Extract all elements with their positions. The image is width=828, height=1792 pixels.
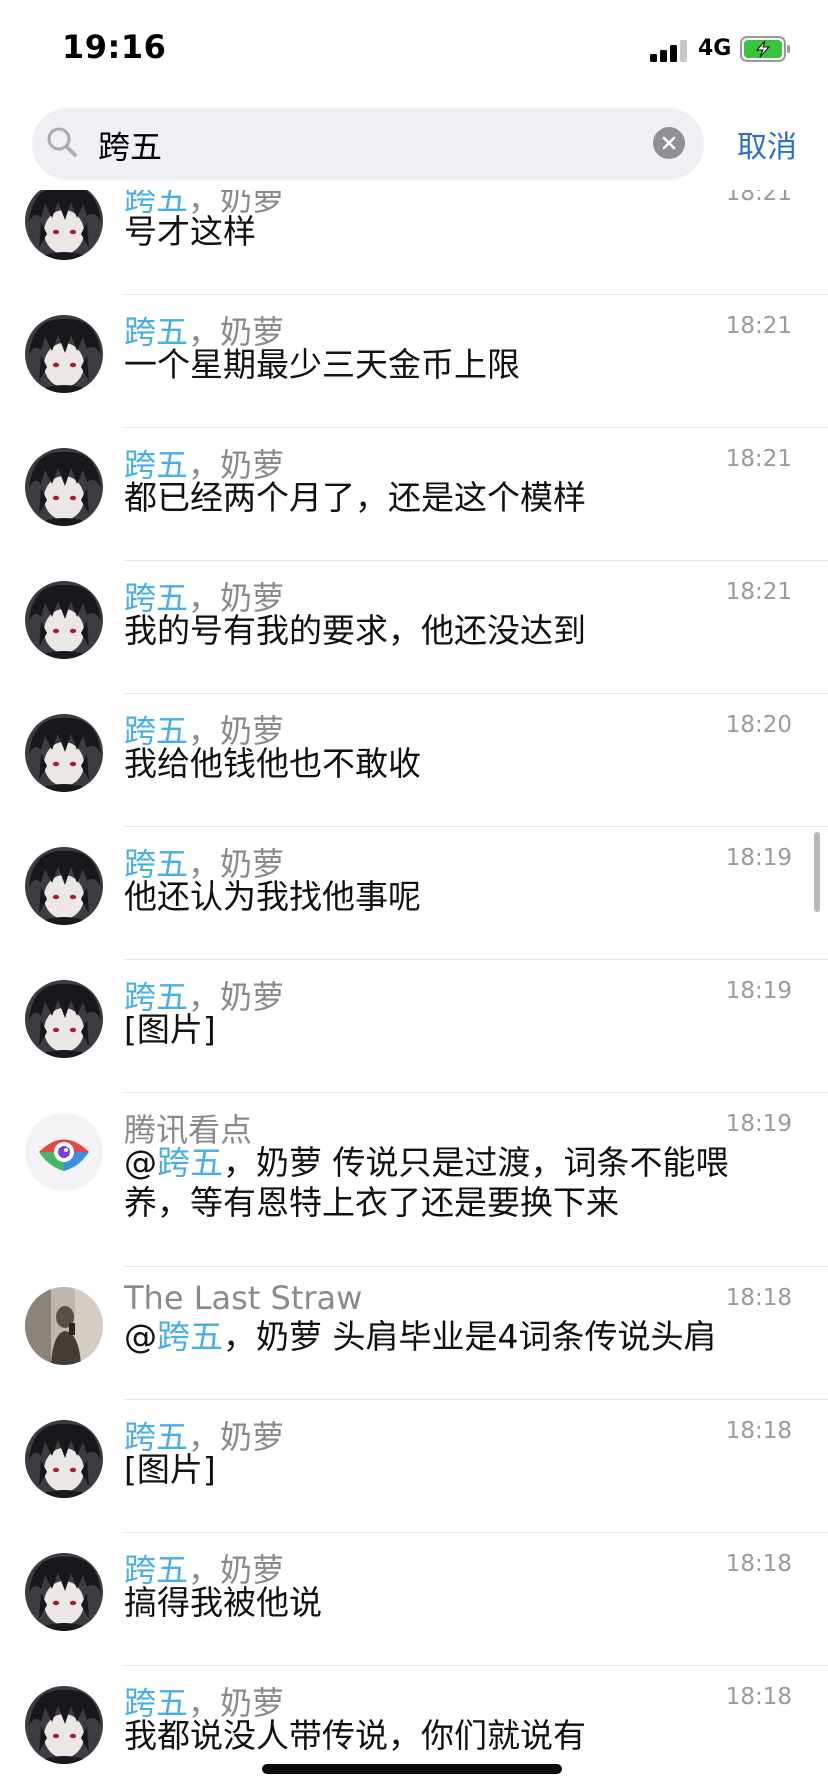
search-result-item[interactable]: 跨五，奶萝 18:21 一个星期最少三天金币上限 [0,295,828,428]
message-prefix: @ [124,1317,157,1356]
message-text: 号才这样 [124,212,256,251]
avatar [25,190,103,260]
message-preview: @跨五，奶萝 头肩毕业是4词条传说头肩 [124,1317,778,1357]
network-label: 4G [698,36,732,61]
search-result-item[interactable]: 跨五，奶萝 18:21 我的号有我的要求，他还没达到 [0,561,828,694]
message-text: 都已经两个月了，还是这个模样 [124,478,586,517]
search-results-list[interactable]: 跨五，奶萝 18:21 号才这样 跨五，奶萝 18:21 一个星期最少三天金币上限 跨五，奶… [0,190,828,1792]
search-input[interactable]: 跨五 [98,122,162,168]
message-preview: 号才这样 [124,212,778,252]
search-result-item[interactable]: 跨五，奶萝 18:19 [图片] [0,960,828,1093]
search-icon [47,127,77,157]
clear-search-button[interactable] [653,127,685,159]
avatar [25,1553,103,1631]
close-icon [662,136,676,150]
message-preview: 我的号有我的要求，他还没达到 [124,611,778,651]
message-time: 18:20 [725,712,792,738]
message-text: 我给他钱他也不敢收 [124,744,421,783]
status-bar: 19:16 4G [0,0,828,100]
message-preview: @跨五，奶萝 传说只是过渡，词条不能喂养，等有恩特上衣了还是要换下来 [124,1143,778,1223]
message-preview: [图片] [124,1010,778,1050]
search-result-item[interactable]: 跨五，奶萝 18:21 都已经两个月了，还是这个模样 [0,428,828,561]
message-time: 18:21 [725,190,792,206]
message-preview: 一个星期最少三天金币上限 [124,345,778,385]
search-result-item[interactable]: 跨五，奶萝 18:19 他还认为我找他事呢 [0,827,828,960]
message-preview: 我都说没人带传说，你们就说有 [124,1716,778,1756]
message-time: 18:21 [725,446,792,472]
avatar [25,1686,103,1764]
status-time: 19:16 [62,28,167,66]
message-text: [图片] [124,1450,216,1489]
avatar [25,980,103,1058]
avatar [25,1420,103,1498]
message-text: 搞得我被他说 [124,1583,322,1622]
message-highlight: 跨五 [157,1143,223,1182]
message-preview: 他还认为我找他事呢 [124,877,778,917]
message-time: 18:21 [725,579,792,605]
message-time: 18:19 [725,978,792,1004]
avatar [25,581,103,659]
search-result-item[interactable]: The Last Straw 18:18 @跨五，奶萝 头肩毕业是4词条传说头肩 [0,1267,828,1400]
message-text: 我都说没人带传说，你们就说有 [124,1716,586,1755]
message-text: 一个星期最少三天金币上限 [124,345,520,384]
message-time: 18:19 [725,1111,792,1137]
message-text: [图片] [124,1010,216,1049]
message-preview: 搞得我被他说 [124,1583,778,1623]
cancel-button[interactable]: 取消 [737,122,797,166]
search-result-item[interactable]: 跨五，奶萝 18:20 我给他钱他也不敢收 [0,694,828,827]
avatar [25,448,103,526]
message-prefix: @ [124,1143,157,1182]
message-preview: 都已经两个月了，还是这个模样 [124,478,778,518]
message-preview: 我给他钱他也不敢收 [124,744,778,784]
battery-icon [740,36,790,62]
message-preview: [图片] [124,1450,778,1490]
avatar [25,714,103,792]
message-time: 18:18 [725,1551,792,1577]
home-indicator[interactable] [262,1764,562,1774]
scrollbar[interactable] [814,832,820,912]
avatar [25,315,103,393]
message-text: ，奶萝 头肩毕业是4词条传说头肩 [223,1317,717,1356]
search-result-item[interactable]: 跨五，奶萝 18:18 搞得我被他说 [0,1533,828,1666]
message-time: 18:21 [725,313,792,339]
message-text: 他还认为我找他事呢 [124,877,421,916]
search-result-item[interactable]: 跨五，奶萝 18:21 号才这样 [0,190,828,295]
sender-name: The Last Straw [124,1279,362,1317]
search-result-item[interactable]: 腾讯看点 18:19 @跨五，奶萝 传说只是过渡，词条不能喂养，等有恩特上衣了还是要… [0,1093,828,1267]
message-highlight: 跨五 [157,1317,223,1356]
avatar [25,1287,103,1365]
sender-rest: The Last Straw [124,1279,363,1317]
avatar [25,847,103,925]
message-time: 18:18 [725,1684,792,1710]
message-time: 18:18 [725,1418,792,1444]
message-time: 18:19 [725,845,792,871]
message-text: 我的号有我的要求，他还没达到 [124,611,586,650]
signal-icon [650,38,690,62]
search-result-item[interactable]: 跨五，奶萝 18:18 [图片] [0,1400,828,1533]
message-time: 18:18 [725,1285,792,1311]
avatar [25,1113,103,1191]
